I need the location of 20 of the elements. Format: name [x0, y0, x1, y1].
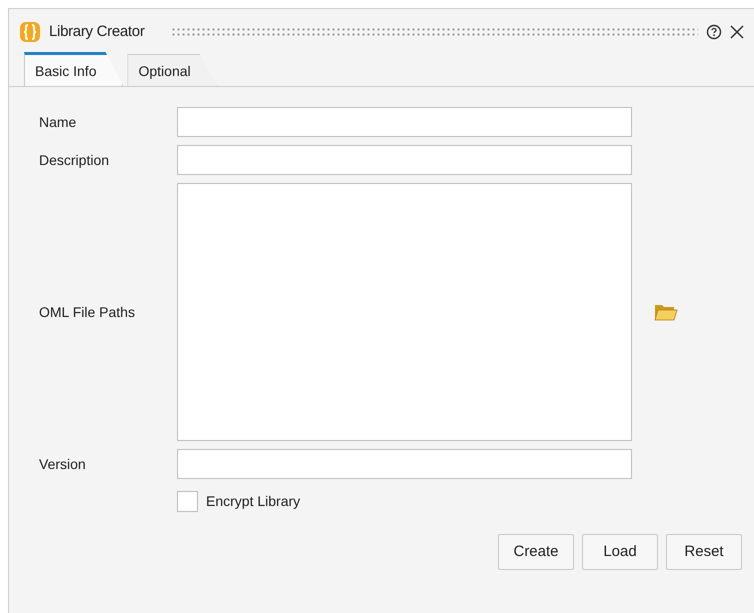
checkbox[interactable] [177, 491, 198, 512]
dialog-button[interactable]: Reset [666, 534, 742, 570]
field-label: OML File Paths [39, 302, 136, 322]
braces-icon [19, 21, 41, 43]
dialog-button[interactable]: Create [498, 534, 574, 570]
tab[interactable]: Optional [127, 54, 218, 86]
input-field[interactable] [177, 145, 632, 175]
text-area[interactable] [177, 183, 632, 441]
window-title: Library Creator [49, 22, 145, 42]
help-icon[interactable] [706, 24, 722, 40]
field-label: Name [39, 112, 78, 132]
close-icon[interactable] [730, 25, 744, 39]
field-label: Description [39, 150, 110, 170]
input-field[interactable] [177, 107, 632, 137]
checkbox-label: Encrypt Library [206, 492, 300, 511]
input-field[interactable] [177, 449, 632, 479]
folder-icon[interactable] [654, 303, 678, 321]
dialog-button[interactable]: Load [582, 534, 658, 570]
field-label: Version [39, 454, 87, 474]
tab[interactable]: Basic Info [24, 52, 124, 86]
